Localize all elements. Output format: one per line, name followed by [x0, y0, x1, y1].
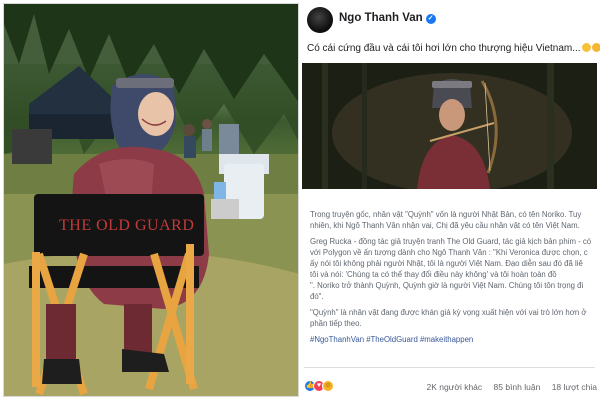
article-paragraph: "Quỳnh" là nhân vật đang được khán giả k… — [310, 307, 597, 329]
post-caption: Có cái cứng đầu và cái tôi hơi lớn cho t… — [307, 43, 600, 54]
article-text: Trong truyện gốc, nhân vật "Quỳnh" vốn l… — [310, 209, 597, 355]
post-video-still[interactable] — [302, 63, 597, 189]
photo-scene — [4, 4, 298, 396]
author-avatar[interactable] — [307, 7, 333, 33]
reaction-divider — [304, 367, 595, 368]
share-count[interactable]: 18 lượt chia — [552, 382, 597, 392]
reaction-count[interactable]: 2K người khác — [426, 382, 482, 392]
article-line: Greg Rucka - đồng tác giả truyện tranh T… — [310, 237, 592, 246]
article-line: phần tiếp theo. — [310, 319, 362, 328]
smile-emoji-icon — [581, 43, 591, 52]
article-line: Trong truyện gốc, nhân vật "Quỳnh" vốn l… — [310, 210, 582, 219]
engagement-stats: 2K người khác 85 bình luận 18 lượt chia — [417, 382, 597, 392]
grin-emoji-icon — [591, 43, 600, 52]
social-post: Ngo Thanh Van ✓ Có cái cứng đầu và cái tô… — [301, 3, 600, 397]
caption-text: Có cái cứng đầu và cái tôi hơi lớn cho t… — [307, 43, 581, 54]
comment-count[interactable]: 85 bình luận — [494, 382, 541, 392]
author-name[interactable]: Ngo Thanh Van ✓ — [339, 12, 436, 24]
article-line: tôi và nói: 'Chúng ta có thể thay đổi đi… — [310, 270, 557, 279]
article-line: "Quỳnh" là nhân vật đang được khán giả k… — [310, 308, 587, 317]
article-line: nhiên, khi Ngô Thanh Vân nhận vai, Chị đ… — [310, 221, 580, 230]
haha-icon[interactable]: ☺ — [322, 380, 334, 392]
article-paragraph: Trong truyện gốc, nhân vật "Quỳnh" vốn l… — [310, 209, 597, 231]
article-line: với Polygon về ấn tượng dành cho Ngô Tha… — [310, 248, 588, 257]
hashtag-links[interactable]: #NgoThanhVan #TheOldGuard #makeithappen — [310, 334, 597, 345]
behind-the-scenes-photo[interactable]: THE OLD GUARD — [3, 3, 299, 397]
reaction-bar: 👍 ♥ ☺ 2K người khác 85 bình luận 18 lượt… — [304, 377, 597, 395]
verified-check-icon: ✓ — [425, 14, 436, 24]
article-line: ấy nói tôi không phải người Nhật, tôi là… — [310, 259, 583, 268]
article-paragraph: Greg Rucka - đồng tác giả truyện tranh T… — [310, 236, 597, 302]
post-header: Ngo Thanh Van ✓ — [301, 3, 597, 35]
author-name-text[interactable]: Ngo Thanh Van — [339, 12, 423, 24]
video-frame — [302, 63, 597, 189]
article-line: ". Noriko trở thành Quỳnh, Quỳnh giờ là … — [310, 281, 584, 290]
article-line: đó". — [310, 292, 324, 301]
chair-print-text: THE OLD GUARD — [59, 217, 195, 234]
